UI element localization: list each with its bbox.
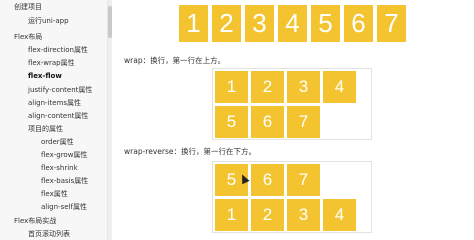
flex-item: 7 bbox=[377, 5, 406, 42]
sidebar-item-flex-wrap[interactable]: flex-wrap属性 bbox=[28, 59, 75, 68]
flex-item: 2 bbox=[251, 199, 284, 231]
flex-item: 2 bbox=[251, 71, 284, 103]
sidebar-item-flex-layout[interactable]: Flex布局 bbox=[14, 33, 42, 42]
sidebar-item-flex-grow[interactable]: flex-grow属性 bbox=[41, 151, 87, 160]
sidebar-item-flex-shrink[interactable]: flex-shrink bbox=[41, 164, 78, 173]
flex-item: 2 bbox=[212, 5, 241, 42]
flex-item: 5 bbox=[215, 106, 248, 138]
flex-item: 4 bbox=[323, 199, 356, 231]
flex-item: 6 bbox=[251, 106, 284, 138]
sidebar-item-create-project[interactable]: 创建项目 bbox=[14, 3, 42, 12]
flex-item: 7 bbox=[287, 106, 320, 138]
sidebar-item-home-scroll-list[interactable]: 首页滚动列表 bbox=[28, 230, 70, 239]
flex-item: 6 bbox=[251, 164, 284, 196]
sidebar-item-flex-flow[interactable]: flex-flow bbox=[28, 72, 62, 81]
wrap-caption: wrap：换行，第一行在上方。 bbox=[124, 56, 226, 65]
flex-item: 4 bbox=[278, 5, 307, 42]
right-edge bbox=[460, 0, 474, 240]
flex-item: 4 bbox=[323, 71, 356, 103]
flex-item: 5 bbox=[311, 5, 340, 42]
sidebar-item-flex[interactable]: flex属性 bbox=[41, 190, 68, 199]
sidebar-item-justify-content[interactable]: justify-content属性 bbox=[28, 86, 92, 95]
flex-item: 7 bbox=[287, 164, 320, 196]
sidebar-item-order[interactable]: order属性 bbox=[41, 138, 74, 147]
flex-item: 3 bbox=[245, 5, 274, 42]
flex-item: 3 bbox=[287, 199, 320, 231]
wrap-reverse-caption: wrap-reverse：换行，第一行在下方。 bbox=[124, 147, 256, 156]
flex-item: 1 bbox=[215, 199, 248, 231]
flex-item: 6 bbox=[344, 5, 373, 42]
flex-item: 1 bbox=[179, 5, 208, 42]
sidebar-item-item-properties[interactable]: 项目的属性 bbox=[28, 125, 63, 134]
sidebar-item-flex-basis[interactable]: flex-basis属性 bbox=[41, 177, 88, 186]
sidebar-item-run-uniapp[interactable]: 运行uni-app bbox=[28, 17, 69, 26]
sidebar-item-align-items[interactable]: align-items属性 bbox=[28, 99, 81, 108]
flex-item: 1 bbox=[215, 71, 248, 103]
sidebar-item-align-content[interactable]: align-content属性 bbox=[28, 112, 88, 121]
flex-item: 3 bbox=[287, 71, 320, 103]
sidebar-item-flex-direction[interactable]: flex-direction属性 bbox=[28, 46, 88, 55]
sidebar-item-align-self[interactable]: align-self属性 bbox=[41, 203, 87, 212]
sidebar-scrollbar-thumb[interactable] bbox=[108, 6, 112, 38]
sidebar-item-flex-practice[interactable]: Flex布局实战 bbox=[14, 217, 56, 226]
